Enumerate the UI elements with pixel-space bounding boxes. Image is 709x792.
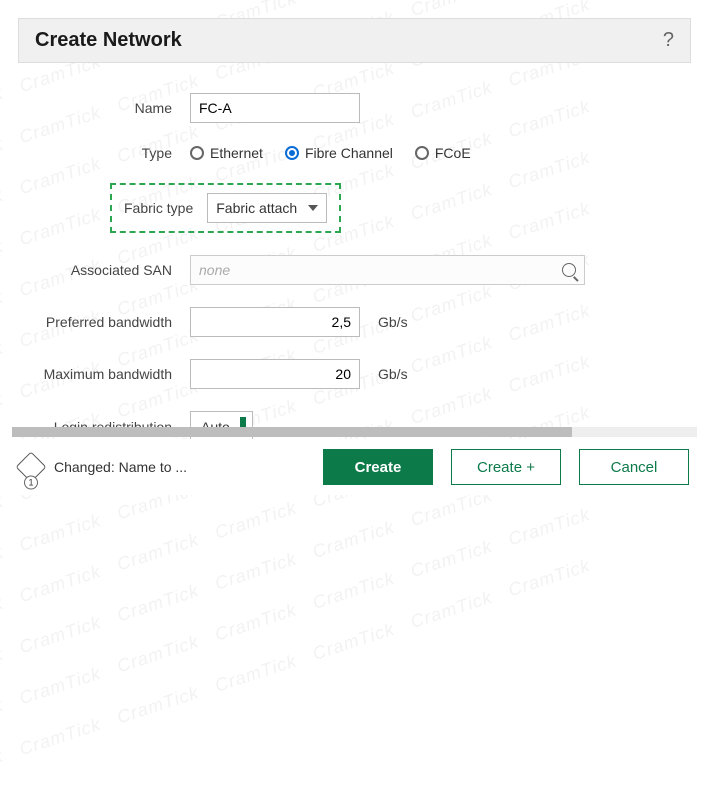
row-name: Name xyxy=(40,93,669,123)
dialog-title: Create Network xyxy=(35,29,182,52)
maximum-bandwidth-label: Maximum bandwidth xyxy=(0,366,190,382)
search-icon[interactable] xyxy=(562,263,576,277)
row-type: Type Ethernet Fibre Channel FCoE xyxy=(40,145,669,161)
associated-san-placeholder: none xyxy=(199,262,230,278)
chevron-down-icon xyxy=(308,205,318,211)
fabric-type-label: Fabric type xyxy=(124,200,207,216)
name-input[interactable] xyxy=(190,93,360,123)
radio-icon xyxy=(285,146,299,160)
fabric-type-highlight: Fabric type Fabric attach xyxy=(110,183,341,233)
row-maximum-bandwidth: Maximum bandwidth Gb/s xyxy=(0,359,669,389)
radio-fibre-channel[interactable]: Fibre Channel xyxy=(285,145,393,161)
changed-text: Changed: Name to ... xyxy=(54,459,187,475)
preferred-bandwidth-unit: Gb/s xyxy=(378,314,408,330)
radio-label: Fibre Channel xyxy=(305,145,393,161)
associated-san-input[interactable]: none xyxy=(190,255,585,285)
maximum-bandwidth-unit: Gb/s xyxy=(378,366,408,382)
footer-left: 1 Changed: Name to ... xyxy=(20,456,187,478)
footer-buttons: Create Create + Cancel xyxy=(323,449,689,485)
dialog-header: Create Network ? xyxy=(18,18,691,63)
radio-label: Ethernet xyxy=(210,145,263,161)
type-radio-group: Ethernet Fibre Channel FCoE xyxy=(190,145,471,161)
dialog-footer: 1 Changed: Name to ... Create Create + C… xyxy=(0,439,709,495)
radio-icon xyxy=(415,146,429,160)
create-plus-button[interactable]: Create + xyxy=(451,449,561,485)
radio-label: FCoE xyxy=(435,145,471,161)
radio-ethernet[interactable]: Ethernet xyxy=(190,145,263,161)
radio-fcoe[interactable]: FCoE xyxy=(415,145,471,161)
associated-san-label: Associated SAN xyxy=(0,262,190,278)
history-icon[interactable]: 1 xyxy=(15,451,46,482)
fabric-type-value: Fabric attach xyxy=(216,200,297,216)
row-associated-san: Associated SAN none xyxy=(0,255,669,285)
cancel-button[interactable]: Cancel xyxy=(579,449,689,485)
type-label: Type xyxy=(40,145,190,161)
scrollbar-thumb[interactable] xyxy=(12,427,572,437)
name-label: Name xyxy=(40,100,190,116)
preferred-bandwidth-label: Preferred bandwidth xyxy=(0,314,190,330)
row-preferred-bandwidth: Preferred bandwidth Gb/s xyxy=(0,307,669,337)
maximum-bandwidth-input[interactable] xyxy=(190,359,360,389)
create-button[interactable]: Create xyxy=(323,449,433,485)
help-icon[interactable]: ? xyxy=(663,29,674,52)
preferred-bandwidth-input[interactable] xyxy=(190,307,360,337)
history-count-badge: 1 xyxy=(24,476,38,490)
row-fabric-type: Fabric type Fabric attach xyxy=(124,183,669,233)
radio-icon xyxy=(190,146,204,160)
horizontal-scrollbar[interactable] xyxy=(12,427,697,437)
fabric-type-select[interactable]: Fabric attach xyxy=(207,193,327,223)
